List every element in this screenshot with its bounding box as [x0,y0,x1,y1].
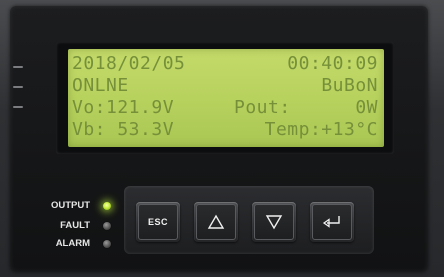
alarm-label: ALARM [55,238,90,249]
triangle-up-icon [207,214,225,229]
fault-led-icon [103,222,111,230]
mode-readout: BuBoN [321,75,378,96]
esc-button-label: ESC [147,217,168,227]
up-button[interactable] [194,202,238,242]
battery-voltage-readout: Vb: 53.3V [72,119,175,140]
output-power-value: 0W [355,97,378,118]
side-mark [13,86,23,88]
temperature-readout: Temp:+13°C [264,119,378,140]
enter-arrow-icon [322,216,340,228]
enter-button-face [312,204,352,240]
date-readout: 2018/02/05 [72,53,186,74]
time-readout: 00:40:09 [287,53,378,74]
side-mark [13,66,23,68]
alarm-led-icon [103,240,111,248]
side-mark [13,106,23,108]
output-power-label: Pout: [234,97,291,118]
status-readout: ONLNE [72,75,129,96]
lcd-line-2: ONLNE BuBoN [68,75,384,97]
down-button[interactable] [252,202,296,242]
up-button-face [196,204,236,240]
lcd-line-1: 2018/02/05 00:40:09 [68,53,384,75]
lcd-line-3: Vo:121.9V Pout: 0W [68,97,384,119]
output-label: OUTPUT [50,200,90,211]
esc-button-face: ESC [138,204,178,240]
output-led-icon [103,202,111,210]
lcd-line-4: Vb: 53.3V Temp:+13°C [68,119,384,141]
fault-label: FAULT [60,220,90,231]
enter-button[interactable] [310,202,354,242]
triangle-down-icon [265,215,283,230]
down-button-face [254,204,294,240]
esc-button[interactable]: ESC [136,202,180,242]
output-voltage-readout: Vo:121.9V [72,97,175,118]
lcd-screen: 2018/02/05 00:40:09 ONLNE BuBoN Vo:121.9… [68,49,384,147]
